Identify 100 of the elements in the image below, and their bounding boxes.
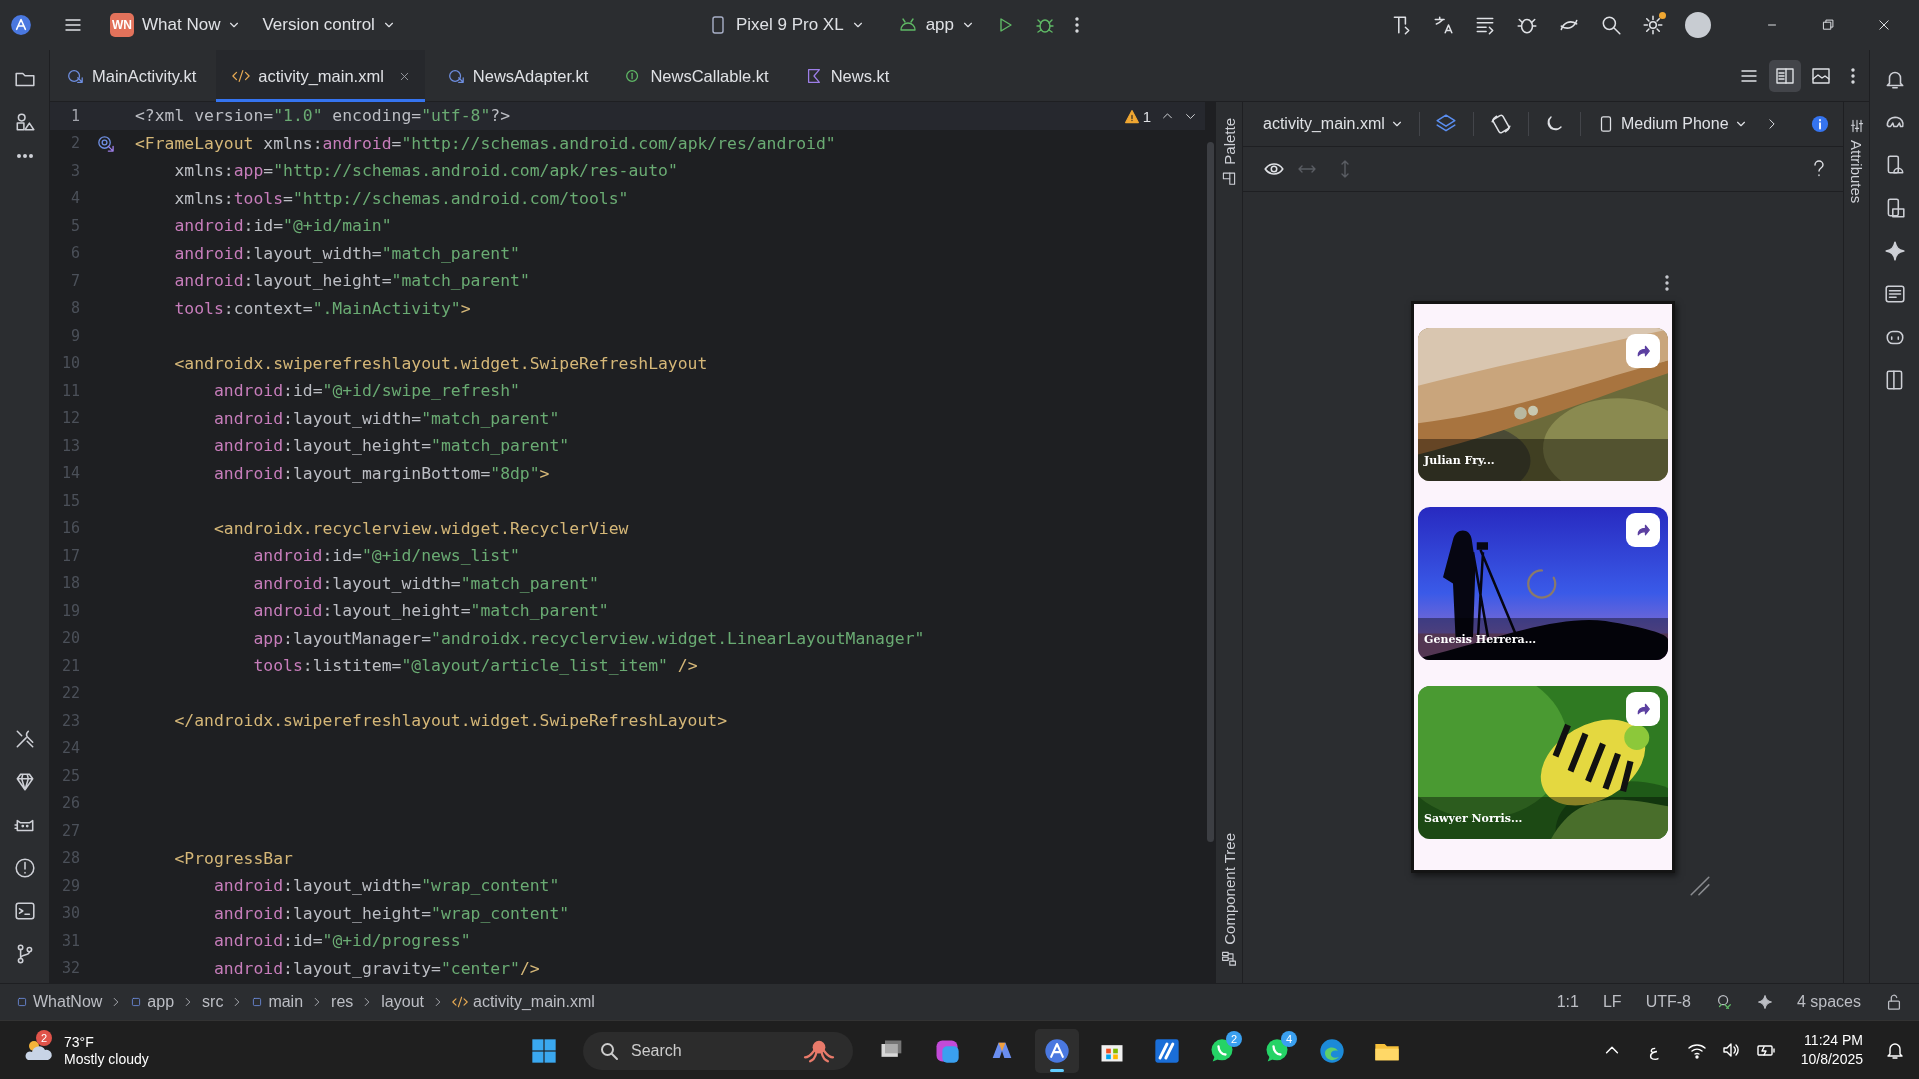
input-language[interactable]: ع	[1648, 1040, 1659, 1060]
article-card[interactable]: Sawyer Norris...	[1418, 686, 1668, 839]
breadcrumb[interactable]: src	[202, 993, 224, 1011]
breadcrumb[interactable]: res	[331, 993, 354, 1011]
more-vertical-icon	[1075, 17, 1079, 33]
article-caption: Genesis Herrera...	[1424, 632, 1537, 646]
component-tree-tab[interactable]: Component Tree	[1220, 833, 1238, 967]
rotate-icon	[1489, 113, 1512, 135]
taskbar-app[interactable]	[1035, 1029, 1079, 1073]
breadcrumb[interactable]: main	[251, 993, 304, 1011]
search-field[interactable]: Search	[583, 1032, 853, 1070]
search-icon	[599, 1041, 619, 1061]
module-icon	[251, 996, 264, 1008]
breadcrumb[interactable]: activity_main.xml	[452, 993, 595, 1011]
module-icon	[16, 996, 28, 1008]
code-line: <androidx.swiperefreshlayout.widget.SwipeRefreshLayout	[173, 353, 708, 373]
info-icon[interactable]	[1810, 115, 1829, 133]
avatar[interactable]	[1685, 12, 1711, 38]
indent-setting[interactable]: 4 spaces	[1796, 993, 1861, 1011]
code-line: android:id="@+id/progress"	[212, 931, 471, 951]
more-horizontal-icon	[15, 154, 34, 158]
article-caption: Julian Fry...	[1424, 453, 1495, 467]
more-vertical-icon[interactable]	[1665, 275, 1669, 291]
code-line: </androidx.swiperefreshlayout.widget.SwipeRefreshLayout>	[173, 711, 728, 731]
activity-icon[interactable]	[96, 133, 115, 153]
close-icon	[1877, 18, 1891, 32]
share-icon	[1635, 522, 1651, 538]
file-encoding[interactable]: UTF-8	[1645, 993, 1691, 1011]
article-card[interactable]: Genesis Herrera...	[1418, 507, 1668, 660]
code-line: android:id="@+id/main"	[173, 216, 392, 236]
code-line: android:id="@+id/swipe_refresh"	[212, 381, 520, 401]
code-line: <ProgressBar	[173, 848, 293, 868]
temperature: 73°F	[64, 1033, 95, 1050]
code-icon	[452, 994, 468, 1010]
date: 10/8/2025	[1800, 1050, 1863, 1069]
share-button[interactable]	[1626, 334, 1660, 368]
code-line: tools:context=".MainActivity">	[173, 298, 471, 318]
weather-condition: Mostly cloudy	[64, 1050, 149, 1067]
restore-icon	[1821, 18, 1835, 32]
split-view-button[interactable]	[1769, 59, 1801, 92]
code-line: android:layout_height="match_parent"	[252, 601, 609, 621]
device-selector[interactable]: Medium Phone	[1590, 111, 1753, 137]
editor-tab[interactable]: NewsAdapter.kt	[430, 50, 603, 102]
split-view-icon	[1775, 65, 1795, 86]
caret-position[interactable]: 1:1	[1556, 993, 1579, 1011]
ai-button[interactable]	[1756, 994, 1773, 1010]
sliders-icon	[1848, 118, 1865, 134]
notification-badge: 2	[1226, 1031, 1242, 1047]
code-line: android:layout_width="match_parent"	[252, 573, 599, 593]
resize-handle-icon[interactable]	[1689, 875, 1711, 897]
editor-tab[interactable]: NewsCallable.kt	[608, 50, 783, 102]
code-line: <FrameLayout xmlns:android="http://schemas.android.com/apk/res/android"	[135, 133, 836, 153]
share-icon	[1635, 343, 1651, 359]
tree-icon	[1221, 951, 1237, 967]
run-config-selector[interactable]: app	[889, 9, 982, 41]
more-vertical-icon	[1851, 67, 1855, 84]
share-button[interactable]	[1626, 513, 1660, 547]
breadcrumb[interactable]: layout	[381, 993, 424, 1011]
code-line: app:layoutManager="androidx.recyclerview.widget.LinearLayoutManager"	[252, 628, 925, 648]
scrollbar[interactable]	[1207, 142, 1214, 842]
palette-tab[interactable]: Palette	[1220, 118, 1238, 187]
line-number: 1	[69, 106, 80, 125]
clock[interactable]: 11:24 PM 10/8/2025	[1800, 1031, 1863, 1069]
sparkle-icon	[1883, 240, 1906, 262]
version-control-menu[interactable]: Version control	[254, 9, 403, 41]
code-line: android:id="@+id/news_list"	[252, 546, 520, 566]
article-card[interactable]: Julian Fry...	[1418, 328, 1668, 481]
read-only-toggle[interactable]	[1885, 993, 1903, 1011]
windows-icon	[530, 1037, 558, 1065]
code-line: android:layout_gravity="center"/>	[212, 958, 540, 978]
project-menu[interactable]: WN What Now	[102, 7, 249, 43]
terminal-icon	[13, 900, 36, 922]
document-icon	[1883, 283, 1906, 305]
code-line: xmlns:app="http://schemas.android.com/apk/res-auto"	[173, 161, 678, 181]
project-badge: WN	[110, 13, 134, 37]
warning-circle-icon	[13, 857, 36, 879]
line-ending[interactable]: LF	[1602, 993, 1622, 1011]
settings-icon	[1642, 14, 1664, 36]
palette-icon	[1221, 170, 1237, 187]
file-selector[interactable]: activity_main.xml	[1257, 111, 1409, 137]
code-line: <?xml version="1.0" encoding="utf-8"?>	[135, 106, 510, 126]
code-line: android:layout_height="wrap_content"	[212, 903, 570, 923]
share-button[interactable]	[1626, 692, 1660, 726]
time: 11:24 PM	[1804, 1031, 1863, 1050]
editor-tab[interactable]: MainActivity.kt	[50, 50, 211, 102]
editor-tab[interactable]: News.kt	[788, 50, 904, 102]
code-line: android:layout_height="match_parent"	[212, 436, 570, 456]
code-line: <androidx.recyclerview.widget.RecyclerView	[212, 518, 629, 538]
editor-tab[interactable]: activity_main.xml	[216, 50, 425, 102]
warning-count[interactable]: 1	[1123, 108, 1151, 125]
notification-icon[interactable]	[1885, 1040, 1905, 1060]
device-selector[interactable]: Pixel 9 Pro XL	[699, 9, 872, 41]
breadcrumb[interactable]: app	[130, 993, 175, 1011]
breadcrumb[interactable]: WhatNow	[16, 993, 103, 1011]
code-line: tools:listitem="@layout/article_list_item" />	[252, 656, 698, 676]
class-icon	[66, 67, 84, 85]
code-icon	[232, 67, 251, 85]
design-view-icon	[1811, 65, 1831, 86]
sparkle-icon	[1756, 994, 1773, 1010]
attributes-tab[interactable]: Attributes	[1848, 118, 1865, 204]
